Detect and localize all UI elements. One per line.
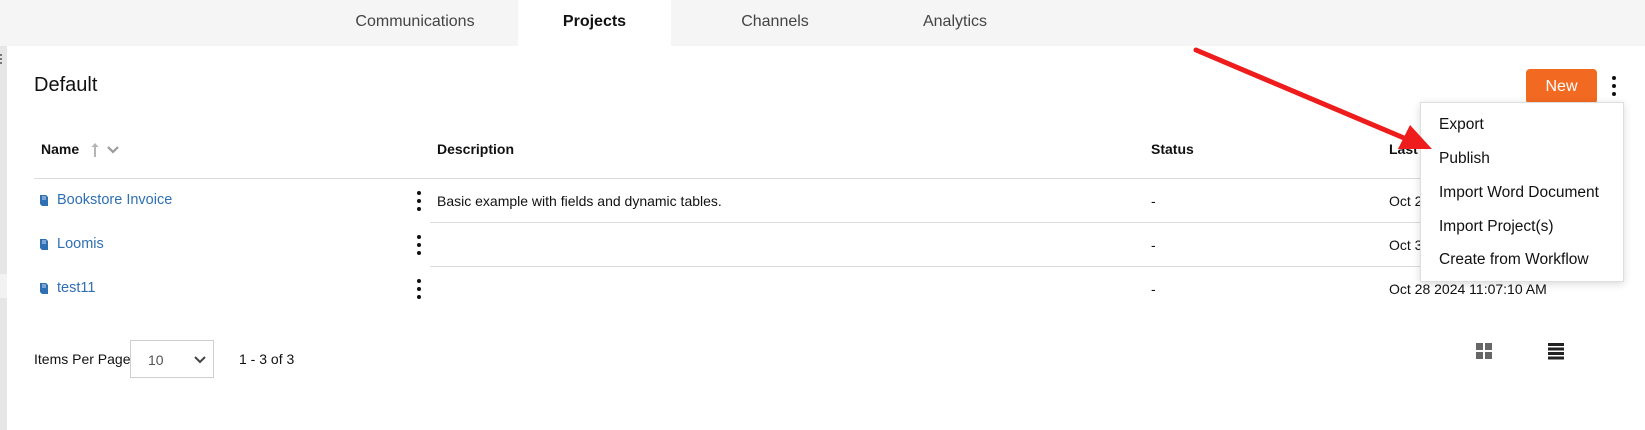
row-menu-icon[interactable]: [411, 187, 427, 215]
sort-arrow-up-icon[interactable]: [90, 142, 100, 158]
project-status: -: [1151, 237, 1156, 253]
page-title: Default: [34, 74, 98, 96]
menu-item-import-projects[interactable]: Import Project(s): [1439, 218, 1554, 236]
top-tab-bar: Communications Projects Channels Analyti…: [0, 0, 1645, 46]
new-button[interactable]: New: [1526, 69, 1597, 104]
row-divider: [430, 222, 1534, 223]
more-options-menu: Export Publish Import Word Document Impo…: [1420, 102, 1624, 282]
project-last-modified: Oct 2: [1389, 193, 1423, 209]
menu-item-publish[interactable]: Publish: [1439, 150, 1490, 168]
resize-grip-icon[interactable]: [0, 54, 3, 64]
side-panel-highlight: [0, 274, 7, 298]
menu-item-import-word-document[interactable]: Import Word Document: [1439, 184, 1599, 202]
menu-item-create-from-workflow[interactable]: Create from Workflow: [1439, 251, 1589, 269]
column-header-status[interactable]: Status: [1151, 141, 1194, 157]
book-icon: [40, 283, 48, 294]
tab-analytics[interactable]: Analytics: [875, 0, 1035, 46]
tab-communications[interactable]: Communications: [325, 0, 505, 46]
row-menu-icon[interactable]: [411, 231, 427, 259]
table-row: test11 - Oct 28 2024 11:07:10 AM: [34, 268, 1547, 310]
project-last-modified: Oct 3: [1389, 237, 1423, 253]
table-row: Bookstore Invoice Basic example with fie…: [34, 180, 1534, 222]
project-description: Basic example with fields and dynamic ta…: [437, 193, 722, 209]
items-per-page-value: 10: [148, 352, 164, 368]
table-row: Loomis - Oct 3: [34, 224, 1534, 266]
column-header-description[interactable]: Description: [437, 141, 514, 157]
row-divider: [430, 266, 1534, 267]
pagination-range: 1 - 3 of 3: [239, 351, 295, 367]
chevron-down-icon: [194, 356, 206, 364]
chevron-down-icon[interactable]: [106, 144, 120, 156]
book-icon: [40, 195, 48, 206]
grid-view-icon[interactable]: [1474, 341, 1494, 361]
book-icon: [40, 239, 48, 250]
project-name-link[interactable]: test11: [57, 280, 95, 296]
menu-item-export[interactable]: Export: [1439, 116, 1484, 134]
items-per-page-label: Items Per Page: [34, 351, 131, 367]
row-menu-icon[interactable]: [411, 275, 427, 303]
project-name-link[interactable]: Bookstore Invoice: [57, 192, 172, 208]
tab-projects[interactable]: Projects: [518, 0, 671, 46]
column-header-name[interactable]: Name: [41, 141, 79, 157]
header-divider: [34, 178, 1534, 179]
project-status: -: [1151, 281, 1156, 297]
more-options-icon[interactable]: [1606, 72, 1622, 100]
project-last-modified: Oct 28 2024 11:07:10 AM: [1389, 281, 1547, 297]
project-name-link[interactable]: Loomis: [57, 236, 104, 252]
project-status: -: [1151, 193, 1156, 209]
side-panel-edge: [0, 46, 7, 430]
tab-channels[interactable]: Channels: [695, 0, 855, 46]
items-per-page-select[interactable]: 10: [130, 340, 214, 378]
list-view-icon[interactable]: [1546, 341, 1566, 361]
